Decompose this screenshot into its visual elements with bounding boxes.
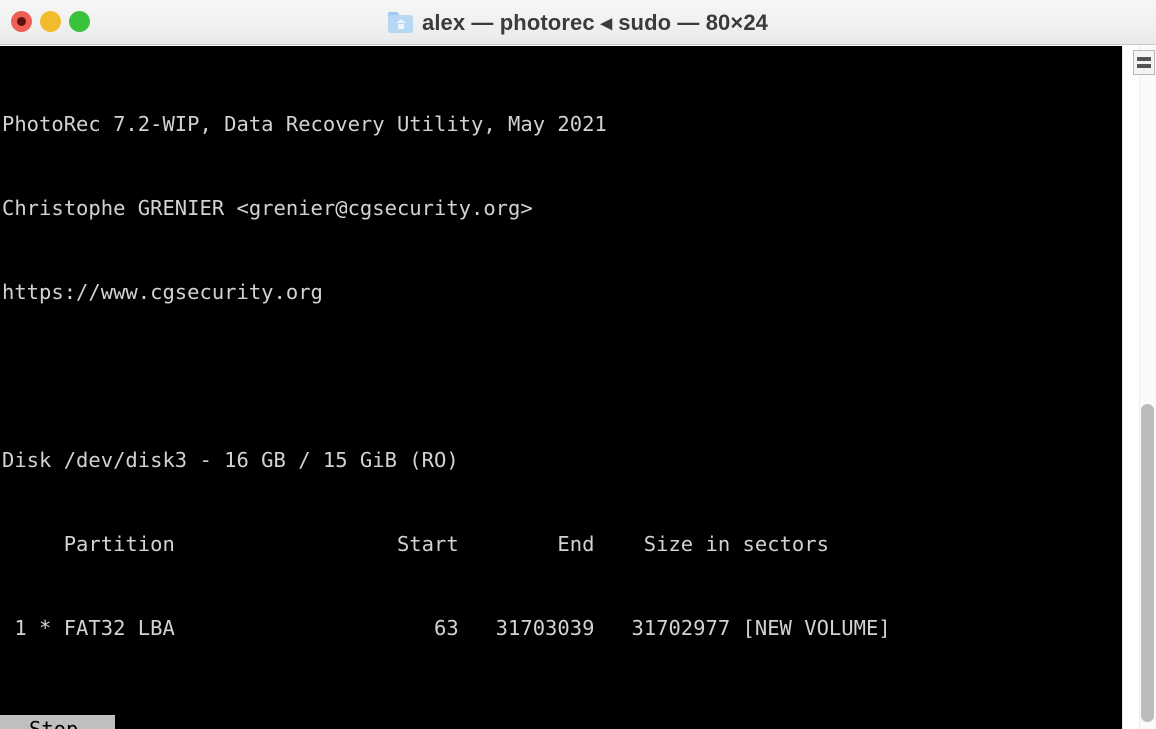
maximize-button[interactable] (69, 11, 90, 32)
stop-button[interactable]: Stop (0, 715, 115, 729)
window-controls (11, 11, 90, 32)
terminal-line: 1 * FAT32 LBA 63 31703039 31702977 [NEW … (2, 616, 891, 640)
terminal-line: PhotoRec 7.2-WIP, Data Recovery Utility,… (2, 112, 607, 136)
scrollbar-thumb[interactable] (1141, 404, 1154, 722)
window-title: alex — photorec ◂ sudo — 80×24 (422, 9, 768, 35)
home-folder-icon (388, 12, 413, 33)
window-right-gutter (1122, 46, 1156, 729)
list-lines-icon[interactable] (1133, 50, 1155, 75)
close-button[interactable] (11, 11, 32, 32)
terminal-line: Christophe GRENIER <grenier@cgsecurity.o… (2, 196, 533, 220)
minimize-button[interactable] (40, 11, 61, 32)
terminal-line: Partition Start End Size in sectors (2, 532, 829, 556)
terminal-line: Disk /dev/disk3 - 16 GB / 15 GiB (RO) (2, 448, 459, 472)
vertical-scrollbar[interactable] (1139, 46, 1156, 729)
title-bar[interactable]: alex — photorec ◂ sudo — 80×24 (0, 0, 1156, 45)
title-bar-center: alex — photorec ◂ sudo — 80×24 (0, 0, 1156, 45)
terminal-screen[interactable]: PhotoRec 7.2-WIP, Data Recovery Utility,… (0, 46, 1122, 729)
terminal-window: alex — photorec ◂ sudo — 80×24 PhotoRec … (0, 0, 1156, 729)
terminal-output: PhotoRec 7.2-WIP, Data Recovery Utility,… (0, 54, 1122, 729)
terminal-line: https://www.cgsecurity.org (2, 280, 323, 304)
